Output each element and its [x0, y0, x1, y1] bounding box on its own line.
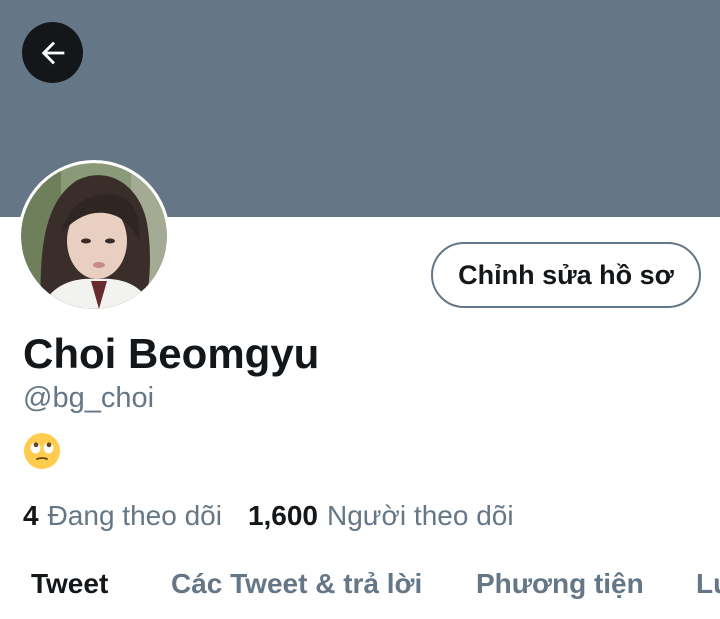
profile-tabs: Tweet Các Tweet & trả lời Phương tiện Lu [0, 560, 720, 610]
avatar-image [21, 163, 167, 309]
arrow-left-icon [41, 41, 64, 64]
profile-page: Chỉnh sửa hồ sơ Choi Beomgyu @bg_choi 4 … [0, 0, 720, 619]
followers-label: Người theo dõi [327, 500, 514, 531]
tab-tweets-and-replies[interactable]: Các Tweet & trả lời [171, 568, 422, 600]
tab-tweets[interactable]: Tweet [31, 568, 108, 600]
followers-stat[interactable]: 1,600 Người theo dõi [248, 500, 514, 532]
follow-stats: 4 Đang theo dõi 1,600 Người theo dõi [23, 500, 514, 532]
following-label: Đang theo dõi [47, 500, 222, 531]
display-name: Choi Beomgyu [23, 330, 320, 377]
face-with-rolling-eyes-icon [24, 433, 60, 469]
tab-likes[interactable]: Lu [696, 568, 720, 600]
tab-media[interactable]: Phương tiện [476, 568, 644, 600]
followers-count: 1,600 [247, 500, 319, 531]
following-count: 4 [23, 500, 39, 531]
edit-profile-button[interactable]: Chỉnh sửa hồ sơ [431, 242, 701, 308]
user-handle: @bg_choi [23, 382, 155, 414]
following-stat[interactable]: 4 Đang theo dõi [23, 500, 222, 532]
profile-bio [23, 432, 61, 470]
back-button[interactable] [22, 22, 83, 83]
profile-avatar[interactable] [18, 160, 170, 312]
